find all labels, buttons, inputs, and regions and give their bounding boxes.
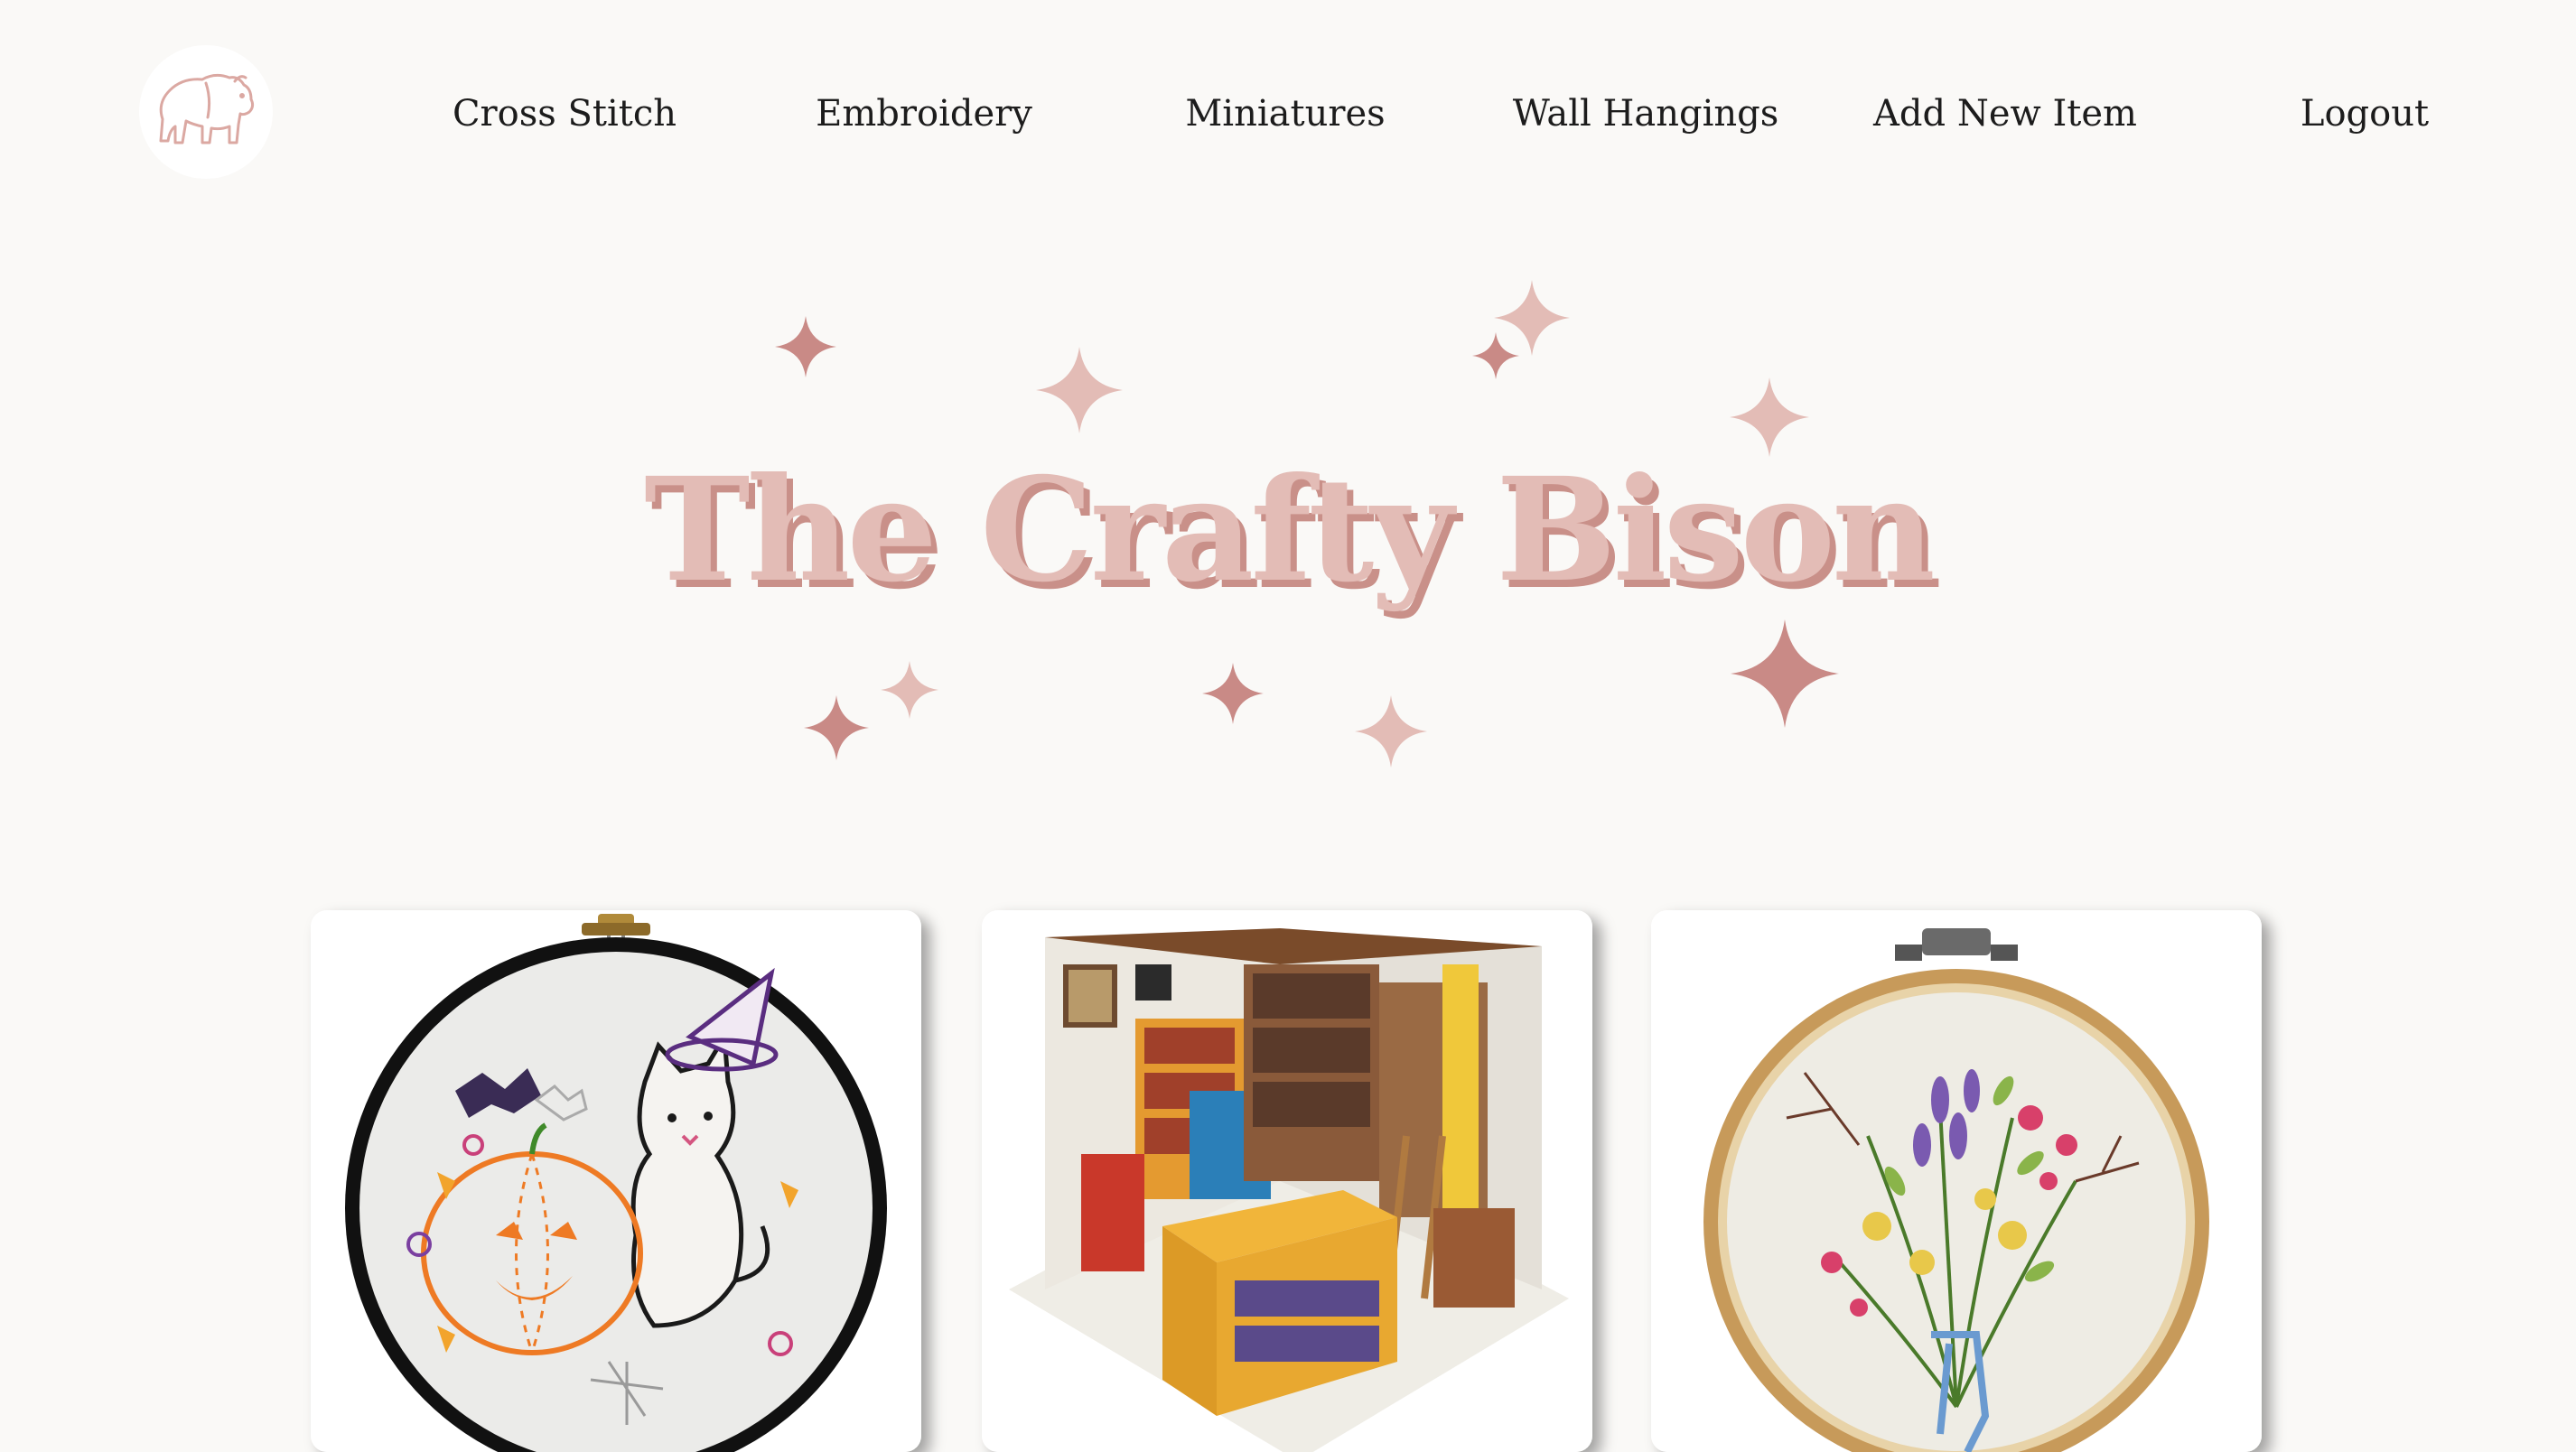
sparkle-icon [1036, 347, 1123, 433]
halloween-embroidery-hoop-image [311, 910, 921, 1452]
sparkle-icon [775, 316, 836, 377]
nav-link-wall-hangings[interactable]: Wall Hangings [1513, 87, 1779, 141]
product-card[interactable] [982, 910, 1592, 1452]
bison-logo-icon[interactable] [139, 45, 273, 179]
hero-section: The Crafty Bison [0, 253, 2576, 813]
sparkle-icon [1472, 332, 1519, 379]
sparkle-icon [804, 695, 869, 760]
miniature-bookshop-image [982, 910, 1592, 1452]
nav-link-cross-stitch[interactable]: Cross Stitch [453, 87, 677, 141]
hero-title: The Crafty Bison [644, 447, 1936, 614]
sparkle-icon [1202, 663, 1264, 724]
product-card[interactable] [1651, 910, 2262, 1452]
sparkle-icon [1494, 280, 1570, 356]
sparkle-icon [1355, 695, 1427, 768]
sparkle-icon [881, 661, 938, 719]
sparkle-icon [1731, 619, 1839, 728]
nav-link-embroidery[interactable]: Embroidery [816, 87, 1032, 141]
nav-link-add-new-item[interactable]: Add New Item [1873, 87, 2137, 141]
floral-embroidery-hoop-image [1651, 910, 2262, 1452]
product-card[interactable] [311, 910, 921, 1452]
nav-link-logout[interactable]: Logout [2301, 87, 2429, 141]
nav-link-miniatures[interactable]: Miniatures [1185, 87, 1385, 141]
